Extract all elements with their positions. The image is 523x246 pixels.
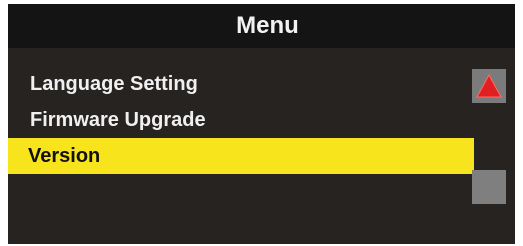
scrollbar-thumb[interactable] (472, 170, 506, 204)
menu-item-version[interactable]: Version (8, 138, 474, 174)
menu-item-firmware-upgrade[interactable]: Firmware Upgrade (8, 102, 474, 138)
title-bar: Menu (8, 4, 515, 48)
menu-list: Language Setting Firmware Upgrade Versio… (8, 66, 474, 174)
page-title: Menu (236, 12, 299, 39)
menu-screen: Menu Language Setting Firmware Upgrade V… (8, 4, 515, 244)
menu-item-language-setting[interactable]: Language Setting (8, 66, 474, 102)
scroll-up-button[interactable] (472, 69, 506, 103)
triangle-up-icon (476, 74, 502, 98)
